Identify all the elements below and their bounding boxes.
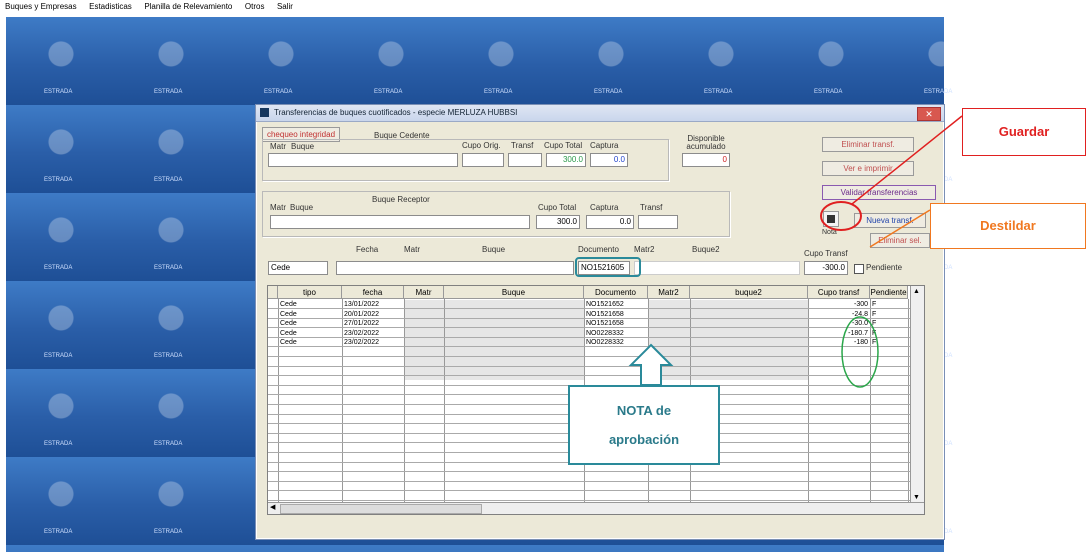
guardar-callout: Guardar: [962, 108, 1086, 156]
annotation-overlay: [575, 115, 963, 388]
nota-arrow-icon: [628, 343, 674, 386]
documento-highlight: [575, 257, 641, 277]
guardar-pointer-line: [851, 115, 963, 205]
guardar-circle: [820, 201, 862, 231]
destildar-pointer-line: [869, 209, 931, 248]
destildar-callout: Destildar: [930, 203, 1086, 249]
nota-callout-line2: aprobación: [608, 432, 680, 447]
pendiente-highlight: [841, 316, 879, 388]
nota-callout-line1: NOTA de: [616, 403, 672, 418]
nota-callout: NOTA de aprobación: [568, 385, 720, 465]
